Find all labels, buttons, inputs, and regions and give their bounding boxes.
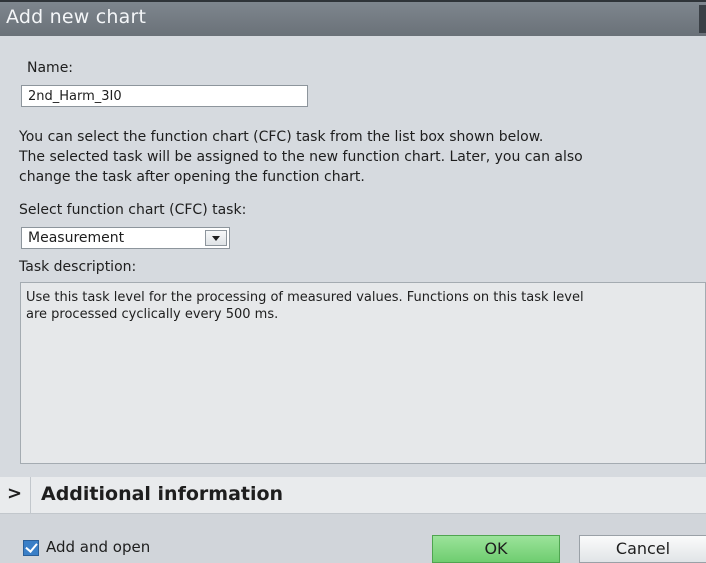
dialog-title: Add new chart bbox=[6, 6, 147, 28]
info-line: You can select the function chart (CFC) … bbox=[19, 129, 544, 145]
task-select-label: Select function chart (CFC) task: bbox=[19, 202, 247, 218]
task-select-value: Measurement bbox=[28, 230, 125, 246]
cancel-button[interactable]: Cancel bbox=[579, 535, 706, 563]
additional-info-title[interactable]: Additional information bbox=[41, 483, 283, 505]
task-description-line: Use this task level for the processing o… bbox=[26, 290, 584, 305]
add-and-open-label[interactable]: Add and open bbox=[46, 538, 150, 556]
task-description-label: Task description: bbox=[19, 259, 137, 275]
chevron-right-icon[interactable]: > bbox=[7, 483, 22, 504]
chevron-down-icon bbox=[212, 236, 220, 241]
divider bbox=[30, 477, 31, 514]
dropdown-button[interactable] bbox=[205, 230, 227, 246]
add-and-open-checkbox[interactable] bbox=[23, 540, 39, 556]
task-description-line: are processed cyclically every 500 ms. bbox=[26, 307, 279, 322]
name-input[interactable] bbox=[21, 85, 308, 107]
ok-button[interactable]: OK bbox=[432, 535, 560, 563]
checkmark-icon bbox=[25, 540, 38, 553]
info-text: You can select the function chart (CFC) … bbox=[19, 127, 699, 187]
close-icon[interactable] bbox=[699, 5, 706, 33]
name-label: Name: bbox=[27, 60, 74, 76]
additional-info-header[interactable]: > Additional information bbox=[0, 477, 706, 514]
info-line: change the task after opening the functi… bbox=[19, 169, 365, 185]
dialog-footer: Add and open OK Cancel bbox=[0, 514, 706, 563]
info-line: The selected task will be assigned to th… bbox=[19, 149, 583, 165]
dialog-titlebar: Add new chart bbox=[0, 0, 706, 36]
task-select[interactable]: Measurement bbox=[21, 227, 230, 249]
task-description-box: Use this task level for the processing o… bbox=[20, 282, 706, 464]
